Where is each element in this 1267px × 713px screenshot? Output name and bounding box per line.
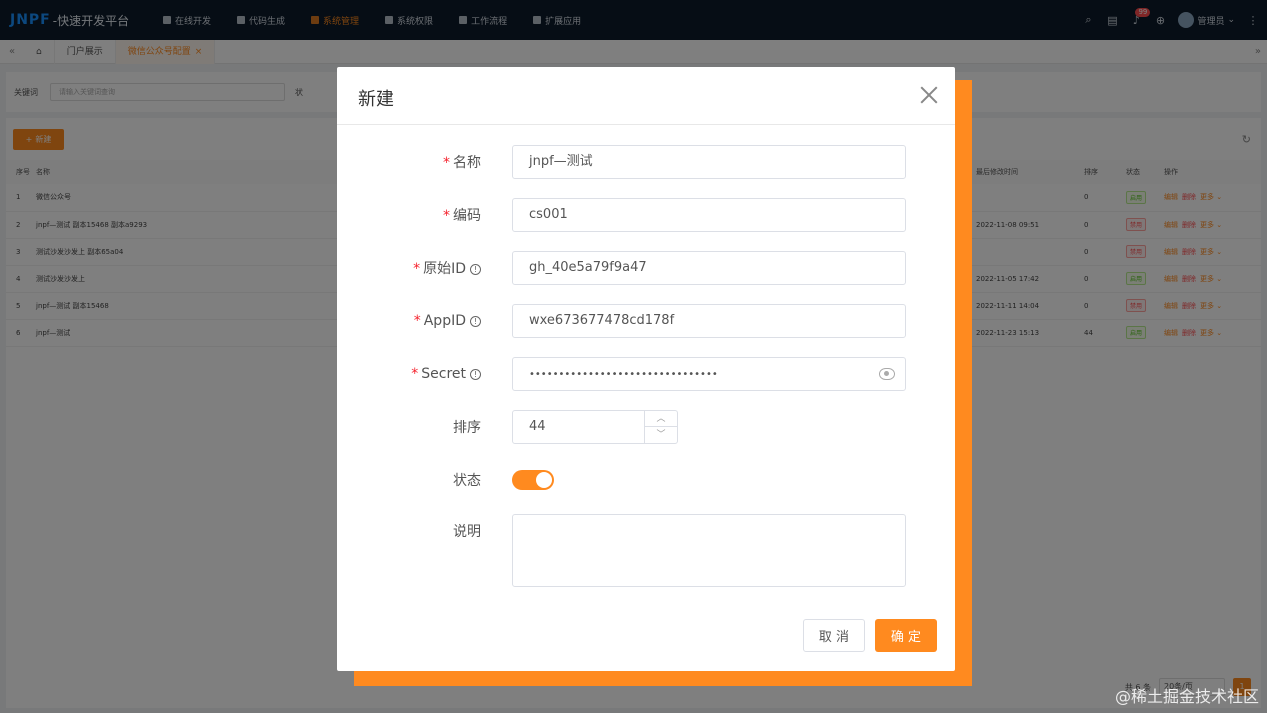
- origin-id-label-text: 原始ID: [423, 261, 466, 277]
- sort-value: 44: [529, 419, 546, 434]
- name-label: * 名称: [337, 152, 481, 172]
- stepper-buttons: ︿ ﹀: [644, 411, 677, 443]
- eye-icon[interactable]: [879, 368, 895, 380]
- code-label-text: 编码: [453, 208, 481, 224]
- close-icon[interactable]: [919, 85, 939, 105]
- form-row-secret: * Secret! •••••••••••••••••••••••••••••••…: [337, 357, 955, 391]
- form-row-code: * 编码 cs001: [337, 198, 955, 232]
- desc-textarea[interactable]: [512, 514, 906, 587]
- info-icon[interactable]: !: [470, 264, 481, 275]
- form-row-sort: 排序 44 ︿ ﹀: [337, 410, 955, 444]
- form-row-status: 状态: [337, 463, 955, 497]
- secret-label: * Secret!: [337, 366, 481, 382]
- sort-label: 排序: [453, 420, 481, 436]
- secret-value: ••••••••••••••••••••••••••••••••: [529, 369, 718, 380]
- chevron-down-icon[interactable]: ﹀: [645, 427, 677, 443]
- required-mark: *: [413, 261, 421, 277]
- dialog-header: 新建: [337, 67, 955, 125]
- create-dialog: 新建 * 名称 jnpf—测试 * 编码 cs001 * 原始ID! gh_40e5a…: [337, 67, 955, 671]
- secret-input[interactable]: ••••••••••••••••••••••••••••••••: [512, 357, 906, 391]
- code-input[interactable]: cs001: [512, 198, 906, 232]
- sort-stepper[interactable]: 44 ︿ ﹀: [512, 410, 678, 444]
- watermark: @稀土掘金技术社区: [1114, 687, 1259, 706]
- origin-id-label: * 原始ID!: [337, 258, 481, 278]
- form-row-origin-id: * 原始ID! gh_40e5a79f9a47: [337, 251, 955, 285]
- code-label: * 编码: [337, 205, 481, 225]
- dialog-title: 新建: [358, 89, 394, 110]
- origin-id-input[interactable]: gh_40e5a79f9a47: [512, 251, 906, 285]
- cancel-button[interactable]: 取 消: [803, 619, 865, 652]
- form-row-name: * 名称 jnpf—测试: [337, 145, 955, 179]
- desc-label: 说明: [453, 524, 481, 540]
- confirm-button[interactable]: 确 定: [875, 619, 937, 652]
- info-icon[interactable]: !: [470, 369, 481, 380]
- required-mark: *: [413, 313, 421, 329]
- status-label: 状态: [453, 473, 481, 489]
- required-mark: *: [411, 366, 419, 382]
- appid-label-text: AppID: [423, 313, 466, 329]
- appid-label: * AppID!: [337, 313, 481, 329]
- status-toggle[interactable]: [512, 470, 554, 490]
- secret-label-text: Secret: [421, 366, 466, 382]
- appid-input[interactable]: wxe673677478cd178f: [512, 304, 906, 338]
- form-row-appid: * AppID! wxe673677478cd178f: [337, 304, 955, 338]
- info-icon[interactable]: !: [470, 316, 481, 327]
- required-mark: *: [443, 208, 450, 224]
- name-label-text: 名称: [453, 155, 481, 171]
- name-input[interactable]: jnpf—测试: [512, 145, 906, 179]
- required-mark: *: [443, 155, 450, 171]
